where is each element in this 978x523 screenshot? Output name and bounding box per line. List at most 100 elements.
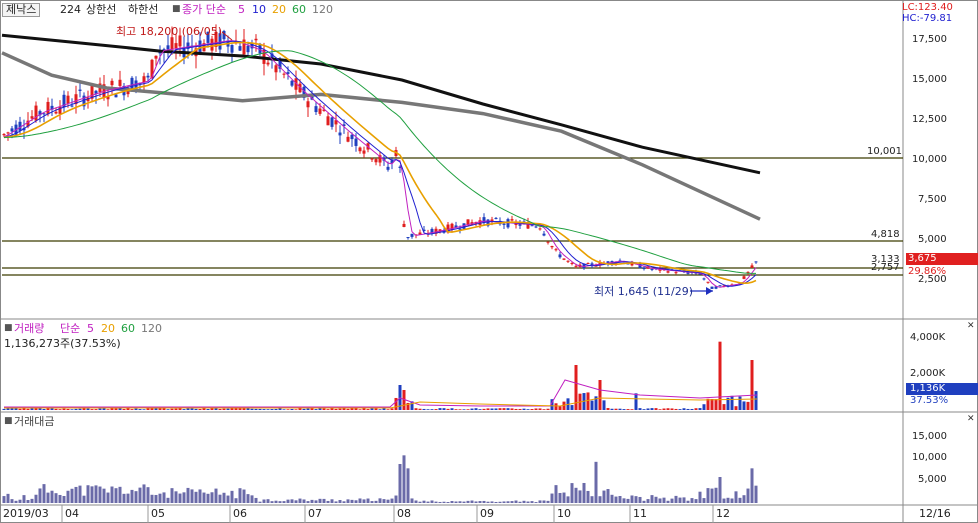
volume-bar (58, 409, 62, 410)
candle-body (42, 113, 46, 115)
amount-bar (562, 492, 566, 503)
square-icon: ■ (172, 4, 181, 14)
volume-bar (190, 408, 194, 410)
lower-limit-label[interactable]: 하한선 (128, 3, 158, 16)
candle-body (154, 55, 158, 59)
volume-bar (486, 408, 490, 410)
amount-bar (534, 502, 538, 503)
volume-ma20: 20 (101, 322, 115, 335)
amount-bar (538, 500, 542, 503)
amount-bar (126, 493, 130, 503)
amount-bar (246, 494, 250, 503)
candle-body (534, 226, 538, 228)
amount-bar (78, 485, 82, 503)
volume-bar (102, 408, 106, 410)
volume-tick-4000k: 4,000K (910, 332, 946, 343)
volume-bar (558, 406, 562, 410)
candle-body (306, 101, 310, 108)
ma-label[interactable]: 종가 단순 (182, 3, 226, 16)
amount-bar (58, 494, 62, 503)
volume-title[interactable]: 거래량 (14, 322, 44, 335)
volume-ma5: 5 (87, 322, 94, 335)
volume-bar (734, 406, 738, 410)
amount-bar (338, 500, 342, 503)
volume-bar (750, 360, 754, 410)
amount-bar (102, 488, 106, 503)
volume-bar (722, 404, 726, 410)
amount-bar (450, 501, 454, 503)
amount-bar (314, 500, 318, 503)
y-tick-5000: 5,000 (918, 234, 947, 245)
amount-bar (294, 500, 298, 503)
amount-bar (266, 499, 270, 503)
amount-bar (498, 501, 502, 503)
amount-bar (682, 497, 686, 503)
candle-body (562, 258, 566, 260)
amount-bar (550, 493, 554, 503)
candle-body (750, 265, 754, 268)
volume-bar (274, 408, 278, 410)
volume-bar (522, 408, 526, 410)
amount-bar (598, 496, 602, 503)
amount-bar (86, 485, 90, 503)
amount-bar (706, 488, 710, 503)
volume-bar (498, 408, 502, 410)
upper-limit-label[interactable]: 상한선 (86, 3, 116, 16)
amount-bar (2, 496, 6, 503)
close-icon[interactable]: ✕ (967, 320, 975, 333)
amount-bar (326, 500, 330, 503)
amount-bar (258, 501, 262, 503)
hline-label-4818: 4,818 (871, 229, 900, 240)
volume-bar (654, 408, 658, 410)
amount-tick-10000: 10,000 (912, 452, 947, 463)
candle-body (370, 158, 374, 160)
amount-bar (106, 492, 110, 503)
volume-bar (334, 408, 338, 410)
amount-bar (730, 498, 734, 503)
candle-body (542, 233, 546, 236)
volume-bar (430, 409, 434, 410)
amount-bar (270, 501, 274, 503)
close-icon[interactable]: ✕ (967, 413, 975, 426)
volume-bar (446, 408, 450, 410)
amount-bar (230, 490, 234, 503)
amount-bar (574, 487, 578, 503)
stock-name-button[interactable]: 제낙스 (2, 3, 41, 17)
amount-bar (194, 491, 198, 503)
volume-value: 1,136,273주(37.53%) (4, 337, 121, 350)
amount-bar (110, 486, 114, 503)
amount-bar (570, 483, 574, 503)
amount-bar (18, 499, 22, 503)
amount-bar (478, 501, 482, 503)
amount-title[interactable]: 거래대금 (14, 415, 54, 428)
current-change: 29.86% (908, 266, 947, 277)
amount-bar (118, 486, 122, 503)
candle-body (274, 65, 278, 73)
volume-bar (174, 408, 178, 410)
amount-bar (522, 500, 526, 503)
volume-bar (374, 408, 378, 410)
volume-bar (70, 409, 74, 410)
volume-bar (230, 408, 234, 410)
candle-body (362, 150, 366, 154)
amount-bar (322, 498, 326, 503)
amount-bar (686, 500, 690, 503)
x-label-06: 06 (233, 507, 247, 520)
amount-bar (446, 502, 450, 503)
amount-bar (466, 500, 470, 503)
volume-bar (746, 401, 750, 410)
candle-body (34, 105, 38, 121)
x-label-04: 04 (65, 507, 79, 520)
volume-bar (226, 408, 230, 410)
volume-bar (610, 408, 614, 410)
chart-canvas[interactable] (0, 0, 978, 523)
amount-bar (350, 499, 354, 503)
x-label-10: 10 (557, 507, 571, 520)
amount-bar (406, 468, 410, 503)
amount-bar (254, 497, 258, 503)
volume-bar (714, 399, 718, 410)
amount-bar (142, 484, 146, 503)
volume-bar (510, 408, 514, 410)
candle-body (254, 38, 258, 41)
volume-bar (170, 408, 174, 410)
